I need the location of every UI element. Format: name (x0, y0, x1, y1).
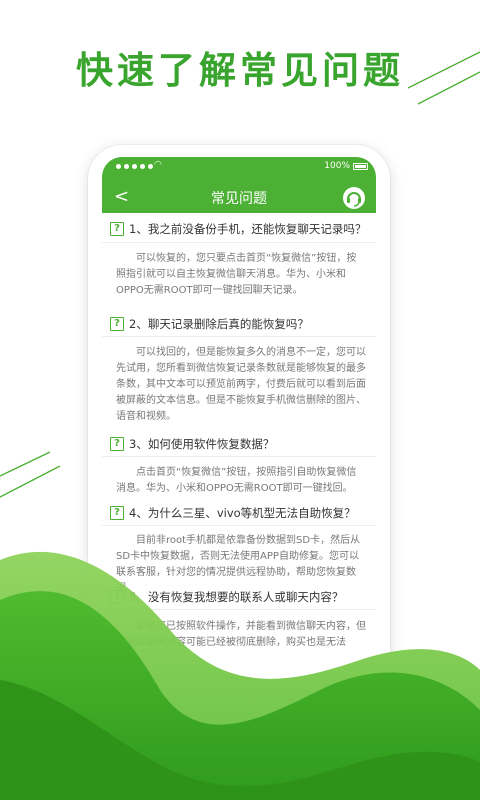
back-button[interactable]: < (114, 186, 129, 207)
divider (102, 242, 376, 243)
decorative-hills (0, 551, 480, 800)
faq-question[interactable]: ? 3、如何使用软件恢复数据？ (110, 436, 274, 452)
question-text: 4、为什么三星、vivo等机型无法自助恢复？ (129, 506, 356, 520)
divider (102, 525, 376, 526)
page-title: 常见问题 (211, 191, 267, 207)
faq-answer: 点击首页“恢复微信”按钮，按照指引自助恢复微信消息。华为、小米和OPPO无需RO… (116, 467, 357, 494)
question-text: 3、如何使用软件恢复数据？ (129, 437, 275, 451)
headset-icon[interactable] (342, 186, 366, 210)
divider (102, 336, 376, 337)
battery-text: 100% (324, 161, 350, 171)
question-text: 1、我之前没备份手机，还能恢复聊天记录吗？ (129, 222, 367, 236)
question-mark-icon: ? (110, 222, 124, 236)
question-text: 2、聊天记录删除后真的能恢复吗？ (129, 317, 309, 331)
divider (102, 456, 376, 457)
battery-icon (353, 163, 368, 170)
faq-answer: 可以恢复的，您只要点击首页“恢复微信”按钮，按照指引就可以自主恢复微信聊天消息。… (116, 253, 357, 296)
signal-icon (116, 164, 153, 169)
question-mark-icon: ? (110, 437, 124, 451)
nav-bar: < 常见问题 (102, 183, 376, 213)
question-mark-icon: ? (110, 506, 124, 520)
faq-question[interactable]: ? 2、聊天记录删除后真的能恢复吗？ (110, 316, 309, 332)
question-mark-icon: ? (110, 317, 124, 331)
faq-question[interactable]: ? 1、我之前没备份手机，还能恢复聊天记录吗？ (110, 221, 366, 237)
faq-answer: 可以找回的，但是能恢复多久的消息不一定，您可以先试用，您所看到微信恢复记录条数就… (116, 347, 366, 422)
faq-question[interactable]: ? 4、为什么三星、vivo等机型无法自助恢复？ (110, 505, 356, 521)
wifi-icon: ◠ (154, 160, 162, 170)
